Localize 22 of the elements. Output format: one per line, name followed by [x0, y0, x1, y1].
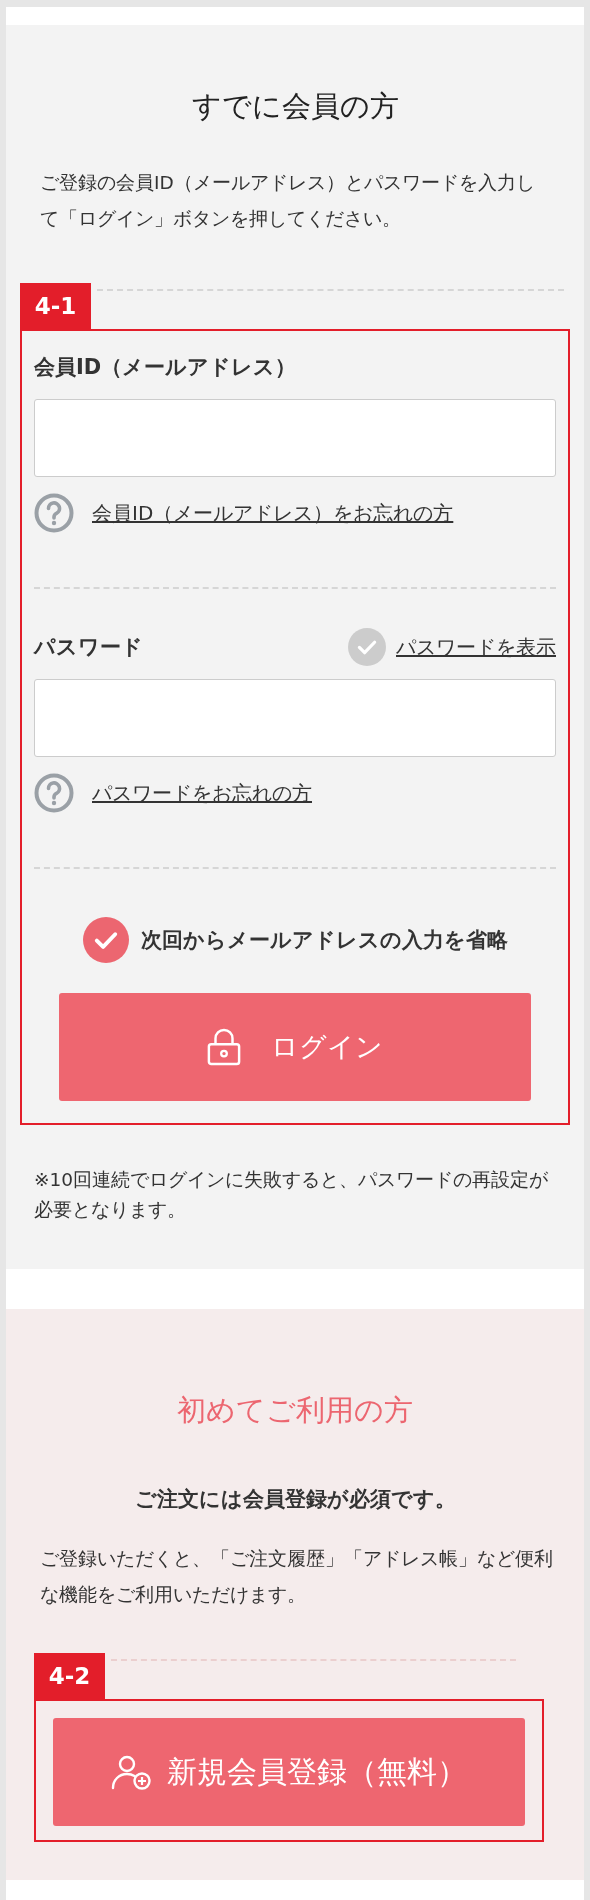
field-label: 会員ID（メールアドレス）: [34, 354, 297, 381]
lock-icon: [207, 1028, 241, 1066]
checkbox-label: 次回からメールアドレスの入力を省略: [140, 927, 508, 954]
benefit-text: ご登録いただくと、「ご注文履歴」「アドレス帳」など便利な機能をご利用いただけます。: [40, 1547, 554, 1607]
warning-note: ※10回連続でログインに失敗すると、パスワードの再設定が必要となります。: [34, 1168, 550, 1222]
lead-text: ご注文には会員登録が必須です。: [133, 1486, 457, 1513]
annotation-badge: 4-1: [20, 283, 91, 329]
help-icon: [34, 493, 74, 533]
add-user-icon: [111, 1754, 153, 1790]
instruction-text: ご登録の会員ID（メールアドレス）とパスワードを入力して「ログイン」ボタンを押してください。: [40, 171, 536, 231]
annotation-badge: 4-2: [34, 1653, 105, 1699]
input-field[interactable]: [34, 679, 556, 757]
show-password-link[interactable]: パスワードを表示: [396, 633, 556, 661]
input-field[interactable]: [34, 399, 556, 477]
section-title: すでに会員の方: [190, 88, 400, 125]
check-toggle-icon[interactable]: [348, 628, 386, 666]
forgot-link[interactable]: 会員ID（メールアドレス）をお忘れの方: [92, 499, 454, 527]
forgot-link[interactable]: パスワードをお忘れの方: [92, 779, 312, 807]
help-icon: [34, 773, 74, 813]
section-title: 初めてご利用の方: [176, 1392, 414, 1429]
field-label: パスワード: [34, 634, 143, 661]
checkbox[interactable]: [82, 917, 129, 963]
